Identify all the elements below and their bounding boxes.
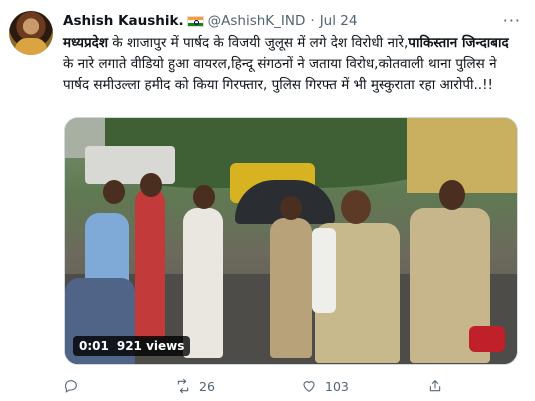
video-scene-person (183, 208, 223, 358)
india-flag-icon (186, 15, 204, 27)
tweet-header: Ashish Kaushik. @AshishK_IND · Jul 24 (63, 11, 357, 31)
video-info-badge: 0:01 921 views (73, 336, 191, 356)
share-button[interactable] (427, 378, 451, 394)
retweet-button[interactable]: 26 (175, 378, 215, 394)
retweet-icon (177, 378, 189, 394)
video-views: 921 views (116, 339, 185, 353)
share-icon (429, 380, 441, 392)
video-scene-head (103, 180, 125, 204)
tweet-text-segment: के नारे लगाते वीडियो हुआ वायरल,हिन्दू सं… (63, 56, 497, 93)
video-scene-building (407, 118, 517, 193)
tweet-text-segment: पाकिस्तान जिन्दाबाद (408, 35, 509, 51)
reply-icon (65, 380, 77, 393)
tweet-text: मध्यप्रदेश के शाजापुर में पार्षद के विजय… (63, 33, 523, 96)
heart-icon (303, 381, 315, 392)
like-count: 103 (325, 378, 349, 394)
reply-button[interactable] (63, 378, 87, 394)
author-handle[interactable]: @AshishK_IND (208, 13, 306, 29)
more-options-icon[interactable]: ··· (503, 11, 521, 30)
retweet-count: 26 (199, 378, 215, 394)
video-scene-person (135, 188, 165, 338)
avatar-figure (15, 38, 47, 55)
video-scene-person (270, 218, 312, 358)
video-scene-scarf (312, 228, 336, 313)
tweet-text-segment: मध्यप्रदेश (63, 35, 109, 51)
video-scene-head (193, 185, 215, 209)
tweet-actions: 26 103 (63, 378, 523, 396)
header-separator: · (310, 13, 315, 29)
video-scene-head (341, 190, 371, 224)
like-button[interactable]: 103 (301, 378, 349, 394)
video-scene-microphone (469, 326, 505, 352)
video-scene-truck (85, 146, 175, 184)
author-avatar[interactable] (9, 11, 53, 55)
author-display-name[interactable]: Ashish Kaushik. (63, 13, 184, 29)
video-scene-head (280, 196, 302, 220)
tweet-text-segment: के शाजापुर में पार्षद के विजयी जुलूस में… (108, 35, 409, 51)
video-duration: 0:01 (79, 339, 109, 353)
video-scene-head (140, 173, 162, 197)
tweet-date[interactable]: Jul 24 (320, 13, 358, 29)
tweet-video[interactable] (64, 117, 518, 365)
video-scene-head (439, 180, 465, 210)
